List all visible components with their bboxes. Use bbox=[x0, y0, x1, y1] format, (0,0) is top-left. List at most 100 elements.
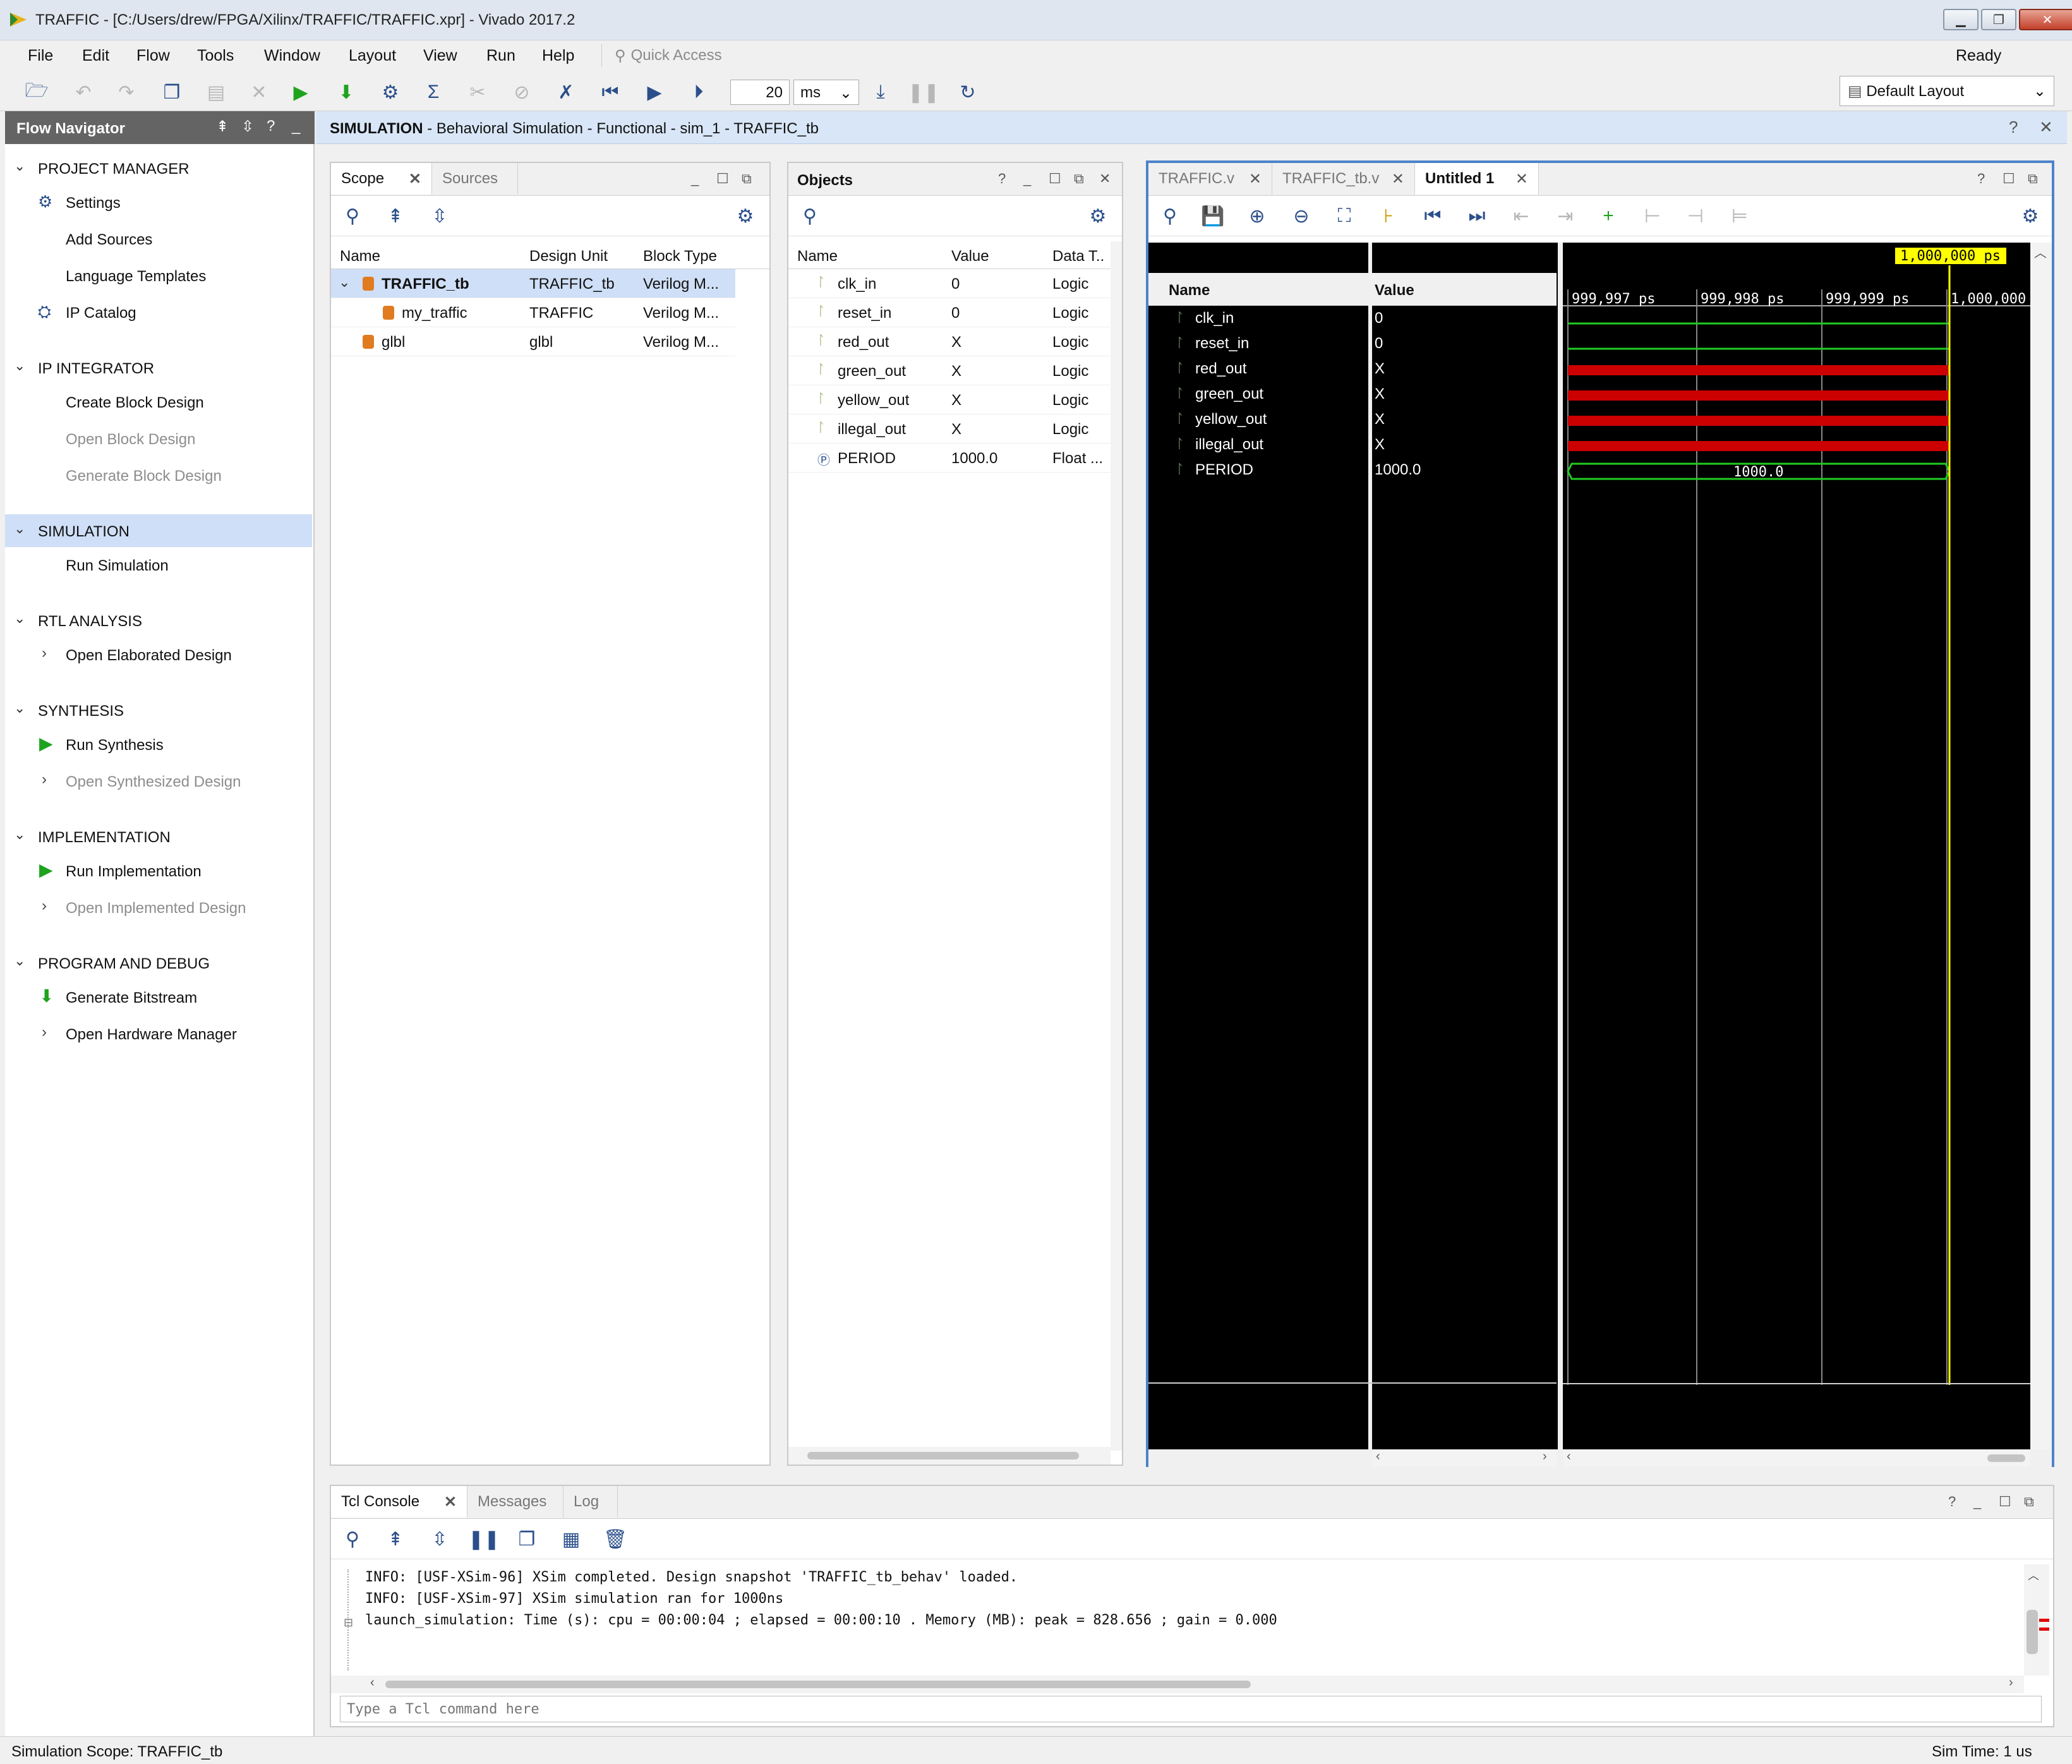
menu-flow[interactable]: Flow bbox=[136, 47, 170, 65]
layout-select[interactable]: ▤ Default Layout ⌄ bbox=[1840, 76, 2054, 106]
nav-item[interactable]: Generate Block Design bbox=[5, 457, 312, 494]
previous-transition-icon[interactable]: ⇤ bbox=[1509, 203, 1534, 229]
nav-item[interactable]: ⬇ Generate Bitstream bbox=[5, 979, 312, 1016]
float-icon[interactable]: ⧉ bbox=[742, 171, 752, 187]
wave-signal-row[interactable]: ᛚ clk_in 0 bbox=[1148, 306, 1557, 331]
zoom-in-icon[interactable]: ⊕ bbox=[1244, 203, 1270, 229]
run-time-input[interactable]: 20 bbox=[730, 80, 790, 105]
scrollbar-thumb[interactable] bbox=[807, 1452, 1079, 1459]
tcl-command-input[interactable] bbox=[340, 1696, 2042, 1722]
col-value[interactable]: Value bbox=[951, 248, 989, 265]
break-icon[interactable]: ❚❚ bbox=[908, 80, 939, 105]
go-to-end-icon[interactable]: ⏭ bbox=[1464, 203, 1490, 229]
table-row[interactable]: ᛚ reset_in 0 Logic bbox=[788, 298, 1111, 327]
next-transition-icon[interactable]: ⇥ bbox=[1553, 203, 1578, 229]
close-icon[interactable]: ✕ bbox=[1392, 170, 1404, 188]
chevron-down-icon[interactable]: ⌄ bbox=[14, 610, 25, 627]
table-row[interactable]: ᛚ clk_in 0 Logic bbox=[788, 269, 1111, 298]
tab-traffic-v[interactable]: TRAFFIC.v ✕ bbox=[1148, 163, 1272, 195]
console-vertical-scrollbar[interactable]: ︿ bbox=[2024, 1564, 2049, 1676]
wave-signal-row[interactable]: ᛚ illegal_out X bbox=[1148, 432, 1557, 457]
maximize-icon[interactable]: ☐ bbox=[716, 171, 729, 187]
minimize-panel-icon[interactable]: _ bbox=[292, 118, 300, 135]
gear-icon[interactable]: ⚙ bbox=[2018, 203, 2043, 229]
nav-item[interactable]: › Open Elaborated Design bbox=[5, 637, 312, 674]
help-icon[interactable]: ? bbox=[1977, 171, 1985, 187]
close-icon[interactable]: ✕ bbox=[1099, 171, 1111, 187]
settings-gear-icon[interactable]: ⚙ bbox=[378, 80, 403, 105]
table-row[interactable]: ᛚ yellow_out X Logic bbox=[788, 385, 1111, 414]
menu-layout[interactable]: Layout bbox=[349, 47, 396, 65]
menu-file[interactable]: File bbox=[28, 47, 53, 65]
table-icon[interactable]: ▦ bbox=[558, 1526, 584, 1552]
close-window-button[interactable]: ✕ bbox=[2019, 9, 2072, 30]
expand-all-icon[interactable]: ⇳ bbox=[241, 118, 254, 136]
nav-section-1[interactable]: ⌄ IP INTEGRATOR bbox=[5, 351, 312, 384]
chevron-left-icon[interactable]: ‹ bbox=[1567, 1449, 1571, 1464]
search-icon[interactable]: ⚲ bbox=[797, 203, 822, 229]
gear-icon[interactable]: ⚙ bbox=[733, 203, 758, 229]
nav-item[interactable]: Add Sources bbox=[5, 221, 312, 258]
scrollbar-thumb[interactable] bbox=[2027, 1610, 2038, 1654]
nav-section-4[interactable]: ⌄ SYNTHESIS bbox=[5, 694, 312, 727]
menu-edit[interactable]: Edit bbox=[82, 47, 109, 65]
minimize-icon[interactable]: _ bbox=[691, 171, 699, 187]
close-icon[interactable]: ✕ bbox=[1515, 170, 1528, 188]
nav-section-3[interactable]: ⌄ RTL ANALYSIS bbox=[5, 604, 312, 637]
go-to-cursor-icon[interactable]: ⊦ bbox=[1376, 203, 1401, 229]
nav-item[interactable]: › Open Synthesized Design bbox=[5, 763, 312, 800]
copy-icon[interactable]: ❐ bbox=[159, 80, 184, 105]
menu-help[interactable]: Help bbox=[542, 47, 574, 65]
col-name[interactable]: Name bbox=[340, 248, 380, 265]
table-row[interactable]: ᛚ green_out X Logic bbox=[788, 356, 1111, 385]
redo-icon[interactable]: ↷ bbox=[114, 80, 139, 105]
vertical-scrollbar[interactable] bbox=[1111, 241, 1122, 1451]
run-for-icon[interactable]: ⏵ bbox=[686, 80, 711, 105]
chevron-left-icon[interactable]: ‹ bbox=[1376, 1449, 1380, 1464]
wave-signal-row[interactable]: ᛚ red_out X bbox=[1148, 356, 1557, 382]
generate-bitstream-icon[interactable]: ⬇ bbox=[334, 80, 359, 105]
zoom-fit-icon[interactable]: ⛶ bbox=[1332, 203, 1357, 229]
chevron-left-icon[interactable]: ‹ bbox=[370, 1676, 375, 1690]
maximize-icon[interactable]: ☐ bbox=[1049, 171, 1061, 187]
collapse-all-icon[interactable]: ⇞ bbox=[383, 1526, 408, 1552]
gear-icon[interactable]: ⚙ bbox=[1085, 203, 1111, 229]
undo-icon[interactable]: ↶ bbox=[71, 80, 96, 105]
chevron-down-icon[interactable]: ⌄ bbox=[339, 274, 350, 291]
chevron-down-icon[interactable]: ⌄ bbox=[14, 158, 25, 174]
help-icon[interactable]: ? bbox=[1948, 1494, 1956, 1510]
chevron-down-icon[interactable]: ⌄ bbox=[14, 700, 25, 716]
tab-sources[interactable]: Sources bbox=[432, 163, 518, 195]
wave-vertical-scrollbar[interactable]: ︿ bbox=[2030, 243, 2052, 1449]
close-icon[interactable]: ✕ bbox=[444, 1493, 457, 1511]
wave-signal-row[interactable]: ᛚ reset_in 0 bbox=[1148, 331, 1557, 356]
nav-item[interactable]: Run Simulation bbox=[5, 547, 312, 584]
scrollbar-thumb[interactable] bbox=[385, 1681, 1251, 1688]
zoom-out-icon[interactable]: ⊖ bbox=[1289, 203, 1314, 229]
horizontal-scrollbar[interactable] bbox=[788, 1447, 1111, 1465]
delete-icon[interactable]: ✕ bbox=[246, 80, 272, 105]
table-row[interactable]: ᛚ illegal_out X Logic bbox=[788, 414, 1111, 444]
wave-canvas[interactable]: 999,997 ps 999,998 ps 999,999 ps 1,000,000 1… bbox=[1563, 243, 2030, 1449]
tab-scope[interactable]: Scope ✕ bbox=[331, 163, 432, 195]
table-row[interactable]: ᛚ red_out X Logic bbox=[788, 327, 1111, 356]
float-icon[interactable]: ⧉ bbox=[1074, 171, 1084, 187]
table-row[interactable]: Ⓟ PERIOD 1000.0 Float ... bbox=[788, 444, 1111, 473]
expand-all-icon[interactable]: ⇳ bbox=[427, 203, 452, 229]
maximize-icon[interactable]: ☐ bbox=[2003, 171, 2015, 187]
help-icon[interactable]: ? bbox=[267, 118, 275, 135]
tab-traffic-tb-v[interactable]: TRAFFIC_tb.v ✕ bbox=[1272, 163, 1415, 195]
nav-section-5[interactable]: ⌄ IMPLEMENTATION bbox=[5, 820, 312, 853]
minimize-icon[interactable]: _ bbox=[1973, 1494, 1981, 1510]
quick-access-search[interactable]: ⚲ Quick Access bbox=[601, 44, 761, 67]
nav-item[interactable]: ▶ Run Implementation bbox=[5, 853, 312, 890]
open-project-icon[interactable]: 🗁 bbox=[24, 80, 49, 105]
collapse-all-icon[interactable]: ⇞ bbox=[383, 203, 408, 229]
previous-marker-icon[interactable]: ⊢ bbox=[1640, 203, 1665, 229]
pause-output-icon[interactable]: ❚❚ bbox=[468, 1526, 500, 1552]
wave-canvas-pane[interactable]: 999,997 ps 999,998 ps 999,999 ps 1,000,000 1… bbox=[1563, 243, 2030, 1449]
close-icon[interactable]: ✕ bbox=[409, 170, 421, 188]
maximize-icon[interactable]: ☐ bbox=[1999, 1494, 2011, 1510]
menu-tools[interactable]: Tools bbox=[197, 47, 234, 65]
float-icon[interactable]: ⧉ bbox=[2028, 171, 2038, 187]
